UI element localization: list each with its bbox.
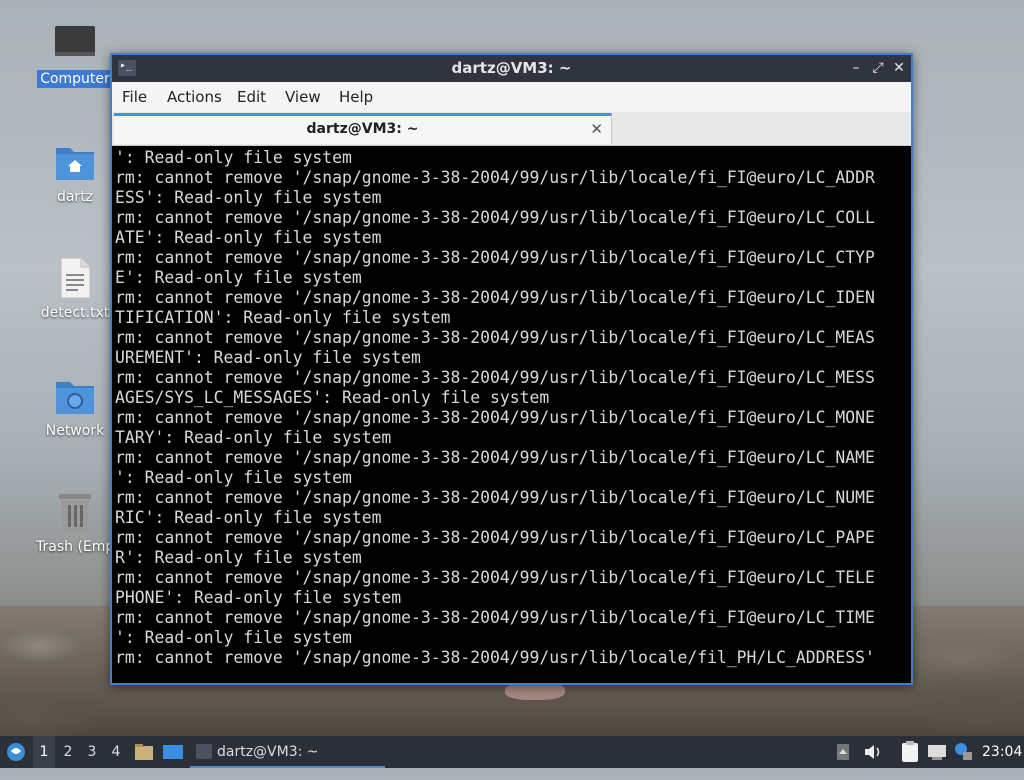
- show-desktop-icon[interactable]: [162, 736, 184, 768]
- menu-bar: File Actions Edit View Help: [112, 82, 911, 112]
- notification-icon[interactable]: [953, 736, 973, 768]
- terminal-line: rm: cannot remove '/snap/gnome-3-38-2004…: [115, 408, 875, 427]
- desktop-icon-label: Network: [45, 423, 105, 439]
- tab-terminal[interactable]: dartz@VM3: ~ ✕: [114, 113, 612, 144]
- volume-icon[interactable]: [862, 736, 884, 768]
- terminal-window[interactable]: dartz@VM3: ~ – ⤢ ✕ File Actions Edit Vie…: [110, 53, 913, 685]
- menu-actions[interactable]: Actions: [167, 88, 222, 106]
- desktop-icon-label: detect.txt: [40, 305, 110, 321]
- terminal-line: RIC': Read-only file system: [115, 508, 382, 527]
- workspace-2[interactable]: 2: [57, 736, 79, 768]
- terminal-line: ATE': Read-only file system: [115, 228, 382, 247]
- terminal-line: AGES/SYS_LC_MESSAGES': Read-only file sy…: [115, 388, 550, 407]
- trash-icon: [53, 490, 97, 534]
- desktop-icon-dartz[interactable]: dartz: [33, 140, 117, 206]
- task-label: dartz@VM3: ~: [217, 744, 319, 760]
- window-title: dartz@VM3: ~: [451, 59, 572, 77]
- terminal-line: rm: cannot remove '/snap/gnome-3-38-2004…: [115, 528, 875, 547]
- terminal-line: rm: cannot remove '/snap/gnome-3-38-2004…: [115, 328, 875, 347]
- terminal-line: rm: cannot remove '/snap/gnome-3-38-2004…: [115, 488, 875, 507]
- menu-help[interactable]: Help: [339, 88, 373, 106]
- terminal-line: TARY': Read-only file system: [115, 428, 392, 447]
- terminal-output[interactable]: ': Read-only file system rm: cannot remov…: [115, 148, 909, 682]
- network-status-icon[interactable]: [926, 736, 948, 768]
- text-file-icon: [53, 256, 97, 300]
- tab-title: dartz@VM3: ~: [306, 121, 419, 137]
- taskbar-task-terminal[interactable]: dartz@VM3: ~: [190, 736, 385, 768]
- terminal-line: rm: cannot remove '/snap/gnome-3-38-2004…: [115, 568, 875, 587]
- terminal-line: ESS': Read-only file system: [115, 188, 382, 207]
- maximize-button[interactable]: ⤢: [869, 59, 887, 77]
- terminal-line: rm: cannot remove '/snap/gnome-3-38-2004…: [115, 248, 875, 267]
- desktop-icon-label: dartz: [56, 189, 94, 205]
- taskbar: 1 2 3 4 dartz@VM3: ~ 23:04: [0, 736, 1024, 768]
- terminal-line: ': Read-only file system: [115, 628, 352, 647]
- terminal-line: rm: cannot remove '/snap/gnome-3-38-2004…: [115, 168, 875, 187]
- clock[interactable]: 23:04: [982, 736, 1022, 768]
- terminal-line: UREMENT': Read-only file system: [115, 348, 421, 367]
- home-folder-icon: [53, 140, 97, 184]
- terminal-line: TIFICATION': Read-only file system: [115, 308, 451, 327]
- workspace-1[interactable]: 1: [33, 736, 55, 768]
- tab-close-icon[interactable]: ✕: [590, 120, 603, 138]
- start-menu-icon[interactable]: [4, 736, 28, 768]
- desktop-icon-network[interactable]: Network: [33, 374, 117, 440]
- network-folder-icon: [53, 374, 97, 418]
- terminal-line: R': Read-only file system: [115, 548, 362, 567]
- desktop-icon-computer[interactable]: Computer: [33, 22, 117, 88]
- tray-eject-icon[interactable]: [834, 736, 852, 768]
- terminal-line: rm: cannot remove '/snap/gnome-3-38-2004…: [115, 648, 875, 667]
- desktop-icon-detect-txt[interactable]: detect.txt: [33, 256, 117, 322]
- terminal-line: ': Read-only file system: [115, 468, 352, 487]
- menu-view[interactable]: View: [285, 88, 321, 106]
- terminal-line: rm: cannot remove '/snap/gnome-3-38-2004…: [115, 288, 875, 307]
- menu-edit[interactable]: Edit: [237, 88, 266, 106]
- tab-bar: dartz@VM3: ~ ✕: [112, 112, 911, 146]
- clipboard-icon[interactable]: [899, 736, 921, 768]
- computer-icon: [53, 22, 97, 66]
- terminal-task-icon: [196, 744, 212, 759]
- terminal-line: rm: cannot remove '/snap/gnome-3-38-2004…: [115, 608, 875, 627]
- desktop-icon-label: Computer: [37, 70, 113, 88]
- terminal-line: rm: cannot remove '/snap/gnome-3-38-2004…: [115, 448, 875, 467]
- workspace-4[interactable]: 4: [105, 736, 127, 768]
- desktop-icon-trash[interactable]: Trash (Empt: [33, 490, 120, 556]
- terminal-line: ': Read-only file system: [115, 148, 352, 167]
- terminal-line: rm: cannot remove '/snap/gnome-3-38-2004…: [115, 368, 875, 387]
- workspace-3[interactable]: 3: [81, 736, 103, 768]
- terminal-line: E': Read-only file system: [115, 268, 362, 287]
- file-manager-icon[interactable]: [134, 736, 154, 768]
- minimize-button[interactable]: –: [847, 59, 865, 77]
- terminal-line: PHONE': Read-only file system: [115, 588, 402, 607]
- close-button[interactable]: ✕: [890, 59, 908, 77]
- menu-file[interactable]: File: [122, 88, 147, 106]
- window-titlebar[interactable]: dartz@VM3: ~ – ⤢ ✕: [112, 55, 911, 82]
- terminal-line: rm: cannot remove '/snap/gnome-3-38-2004…: [115, 208, 875, 227]
